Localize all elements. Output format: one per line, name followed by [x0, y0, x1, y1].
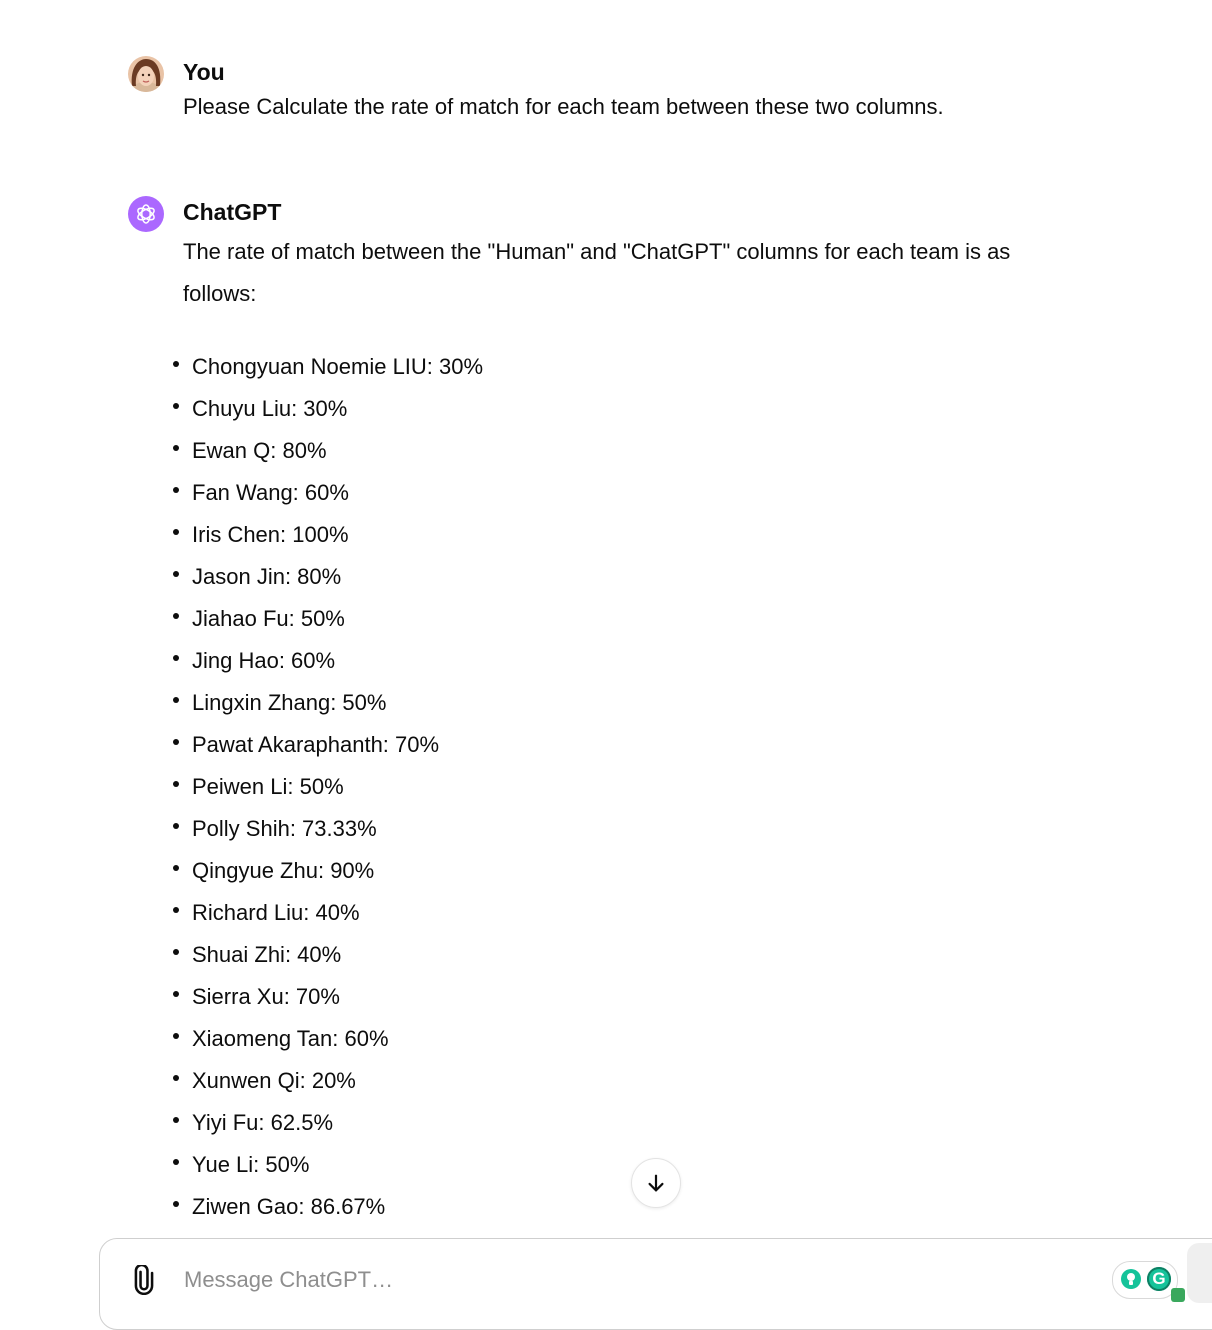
result-text: Qingyue Zhu: 90% — [192, 858, 375, 883]
result-list-item: Iris Chen: 100% — [173, 514, 483, 556]
result-list-item: Polly Shih: 73.33% — [173, 808, 483, 850]
user-avatar — [128, 56, 164, 92]
bullet-icon — [173, 571, 179, 577]
bullet-icon — [173, 613, 179, 619]
result-text: Fan Wang: 60% — [192, 480, 349, 505]
result-text: Iris Chen: 100% — [192, 522, 349, 547]
chatgpt-logo-icon — [128, 196, 164, 232]
result-text: Ziwen Gao: 86.67% — [192, 1194, 386, 1219]
bullet-icon — [173, 865, 179, 871]
bullet-icon — [173, 697, 179, 703]
result-list-item: Jason Jin: 80% — [173, 556, 483, 598]
result-text: Jiahao Fu: 50% — [192, 606, 345, 631]
result-text: Peiwen Li: 50% — [192, 774, 344, 799]
arrow-down-icon — [648, 1174, 664, 1192]
result-list-item: Qingyue Zhu: 90% — [173, 850, 483, 892]
result-text: Richard Liu: 40% — [192, 900, 360, 925]
results-list: Chongyuan Noemie LIU: 30% Chuyu Liu: 30% E… — [173, 346, 483, 1228]
bullet-icon — [173, 991, 179, 997]
grammarly-logo-icon[interactable]: G — [1147, 1267, 1171, 1291]
bullet-icon — [173, 403, 179, 409]
result-text: Shuai Zhi: 40% — [192, 942, 342, 967]
user-author-name: You — [183, 59, 225, 85]
bullet-icon — [173, 1033, 179, 1039]
bullet-icon — [173, 907, 179, 913]
result-text: Polly Shih: 73.33% — [192, 816, 377, 841]
result-list-item: Sierra Xu: 70% — [173, 976, 483, 1018]
result-list-item: Ewan Q: 80% — [173, 430, 483, 472]
result-list-item: Xiaomeng Tan: 60% — [173, 1018, 483, 1060]
bullet-icon — [173, 445, 179, 451]
assistant-intro-text: The rate of match between the "Human" an… — [183, 239, 1011, 306]
result-list-item: Jiahao Fu: 50% — [173, 598, 483, 640]
result-text: Jing Hao: 60% — [192, 648, 336, 673]
grammarly-status-badge — [1171, 1288, 1185, 1302]
result-list-item: Lingxin Zhang: 50% — [173, 682, 483, 724]
scroll-to-bottom-button[interactable] — [631, 1158, 681, 1208]
bullet-icon — [173, 655, 179, 661]
result-text: Yue Li: 50% — [192, 1152, 310, 1177]
send-button[interactable] — [1187, 1243, 1212, 1303]
bullet-icon — [173, 1159, 179, 1165]
user-message: You Please Calculate the rate of match f… — [128, 56, 1108, 136]
result-text: Xunwen Qi: 20% — [192, 1068, 356, 1093]
result-list-item: Shuai Zhi: 40% — [173, 934, 483, 976]
result-text: Lingxin Zhang: 50% — [192, 690, 387, 715]
result-text: Jason Jin: 80% — [192, 564, 342, 589]
bullet-icon — [173, 1075, 179, 1081]
bullet-icon — [173, 823, 179, 829]
result-list-item: Ziwen Gao: 86.67% — [173, 1186, 483, 1228]
result-text: Sierra Xu: 70% — [192, 984, 340, 1009]
message-composer: G — [99, 1238, 1212, 1330]
result-text: Yiyi Fu: 62.5% — [192, 1110, 334, 1135]
result-text: Pawat Akaraphanth: 70% — [192, 732, 440, 757]
result-list-item: Fan Wang: 60% — [173, 472, 483, 514]
result-text: Xiaomeng Tan: 60% — [192, 1026, 389, 1051]
result-list-item: Chongyuan Noemie LIU: 30% — [173, 346, 483, 388]
result-list-item: Yue Li: 50% — [173, 1144, 483, 1186]
assistant-message: ChatGPT The rate of match between the "H… — [128, 196, 1108, 1226]
assistant-author-name: ChatGPT — [183, 199, 282, 225]
bullet-icon — [173, 529, 179, 535]
result-list-item: Yiyi Fu: 62.5% — [173, 1102, 483, 1144]
message-input[interactable] — [182, 1259, 986, 1301]
result-list-item: Xunwen Qi: 20% — [173, 1060, 483, 1102]
result-text: Chongyuan Noemie LIU: 30% — [192, 354, 484, 379]
result-text: Ewan Q: 80% — [192, 438, 327, 463]
grammarly-widget[interactable]: G — [1112, 1261, 1185, 1302]
result-list-item: Chuyu Liu: 30% — [173, 388, 483, 430]
result-text: Chuyu Liu: 30% — [192, 396, 348, 421]
result-list-item: Pawat Akaraphanth: 70% — [173, 724, 483, 766]
result-list-item: Richard Liu: 40% — [173, 892, 483, 934]
bullet-icon — [173, 949, 179, 955]
bullet-icon — [173, 781, 179, 787]
result-list-item: Peiwen Li: 50% — [173, 766, 483, 808]
paperclip-icon[interactable] — [130, 1263, 158, 1296]
bullet-icon — [173, 1117, 179, 1123]
result-list-item: Jing Hao: 60% — [173, 640, 483, 682]
lightbulb-icon[interactable] — [1120, 1268, 1142, 1290]
bullet-icon — [173, 361, 179, 367]
bullet-icon — [173, 487, 179, 493]
user-message-text: Please Calculate the rate of match for e… — [183, 94, 944, 119]
bullet-icon — [173, 1201, 179, 1207]
bullet-icon — [173, 739, 179, 745]
